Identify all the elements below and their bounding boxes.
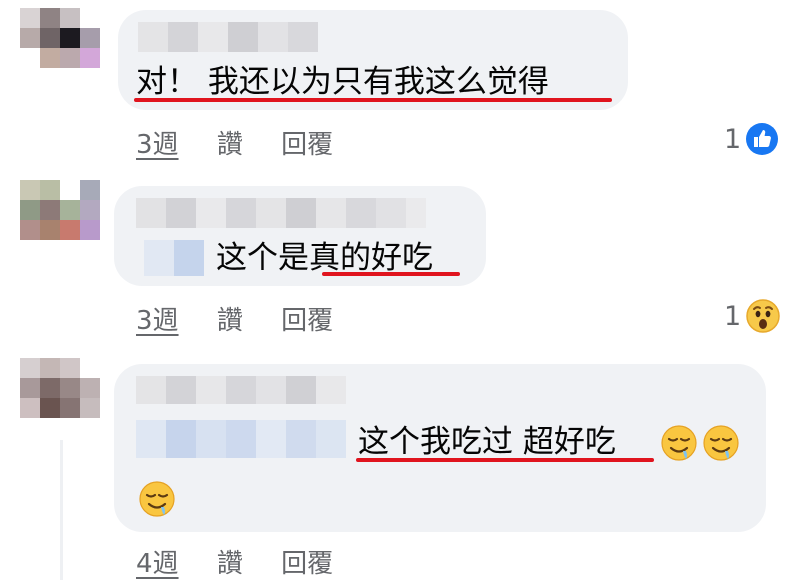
drooling-face-icon: [703, 425, 739, 461]
annotation-underline: [356, 458, 654, 462]
reply-button[interactable]: 回覆: [281, 130, 333, 160]
timestamp-link[interactable]: 3週: [136, 306, 179, 336]
reaction-count: 1: [724, 123, 742, 155]
avatar[interactable]: [20, 358, 100, 438]
like-button[interactable]: 讚: [217, 130, 243, 160]
reaction-summary[interactable]: 1: [724, 122, 779, 156]
avatar[interactable]: [20, 180, 100, 260]
timestamp-link[interactable]: 4週: [136, 549, 179, 579]
drooling-face-icon: [661, 425, 697, 461]
comment-actions: 3週 讚 回覆: [136, 300, 333, 337]
reply-button[interactable]: 回覆: [281, 306, 333, 336]
like-button[interactable]: 讚: [217, 549, 243, 579]
like-button[interactable]: 讚: [217, 306, 243, 336]
like-icon: [746, 123, 779, 155]
reply-button[interactable]: 回覆: [281, 549, 333, 579]
reaction-count: 1: [724, 300, 742, 332]
avatar[interactable]: [20, 8, 100, 88]
comment-actions: 4週 讚 回覆: [136, 543, 333, 580]
reaction-summary[interactable]: 1: [724, 298, 781, 334]
commenter-name-blurred[interactable]: [136, 198, 426, 228]
comment-text: 对！ 我还以为只有我这么觉得: [136, 64, 549, 100]
commenter-name-blurred[interactable]: [136, 376, 346, 404]
commenter-tag-blurred[interactable]: [136, 420, 346, 458]
wow-icon: [746, 299, 780, 333]
commenter-name-blurred[interactable]: [138, 22, 318, 52]
timestamp-link[interactable]: 3週: [136, 130, 179, 160]
annotation-underline: [322, 272, 460, 276]
comment-text: 这个我吃过 超好吃: [358, 424, 616, 460]
thread-line: [60, 440, 63, 580]
commenter-tag-blurred[interactable]: [144, 240, 204, 276]
comment-actions: 3週 讚 回覆: [136, 124, 333, 161]
annotation-underline: [134, 98, 612, 102]
drooling-face-icon: [139, 481, 175, 517]
